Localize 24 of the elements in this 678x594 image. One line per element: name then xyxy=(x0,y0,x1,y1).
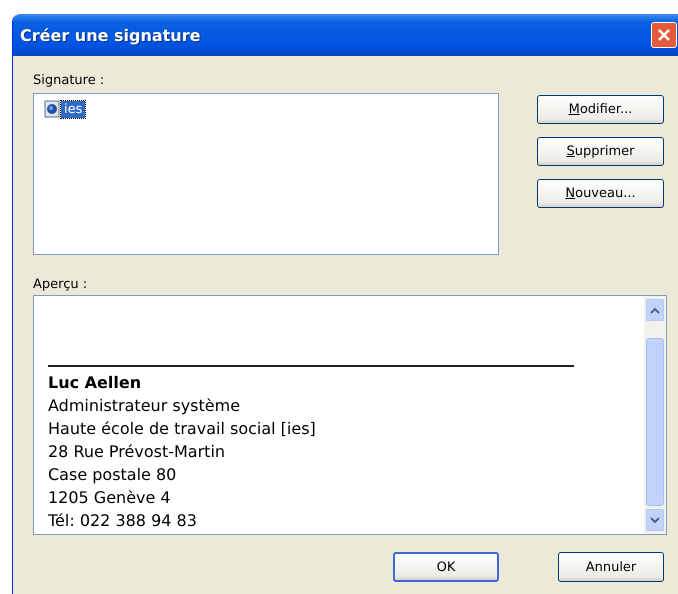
window-title: Créer une signature xyxy=(20,26,202,44)
signature-line: 28 Rue Prévost-Martin xyxy=(48,441,226,463)
dialog-button[interactable]: Modifier... xyxy=(537,95,664,124)
dialog-button[interactable]: Supprimer xyxy=(537,137,664,166)
close-button[interactable] xyxy=(651,22,677,48)
signature-list[interactable]: ies xyxy=(33,93,499,255)
close-icon xyxy=(657,28,671,42)
signature-line: Tél: 022 388 94 83 xyxy=(48,510,198,532)
signature-line: Haute école de travail social [ies] xyxy=(48,418,317,440)
scroll-up-button[interactable] xyxy=(646,299,664,321)
signature-line: 1205 Genève 4 xyxy=(48,487,172,509)
preview-label: Aperçu : xyxy=(33,277,88,294)
signature-label: Signature : xyxy=(33,73,106,90)
signature-line: Administrateur système xyxy=(48,395,242,417)
scroll-thumb[interactable] xyxy=(646,338,664,506)
signature-item[interactable]: ies xyxy=(61,100,86,118)
dialog-button[interactable]: Annuler xyxy=(558,552,664,582)
scrollbar[interactable] xyxy=(644,296,666,534)
dialog-button[interactable]: OK xyxy=(393,552,499,582)
dialog-button[interactable]: Nouveau... xyxy=(537,179,664,208)
scroll-down-button[interactable] xyxy=(646,509,664,531)
signature-line: Case postale 80 xyxy=(48,464,178,486)
document-icon xyxy=(44,100,60,118)
signature-name: Luc Aellen xyxy=(48,372,142,394)
